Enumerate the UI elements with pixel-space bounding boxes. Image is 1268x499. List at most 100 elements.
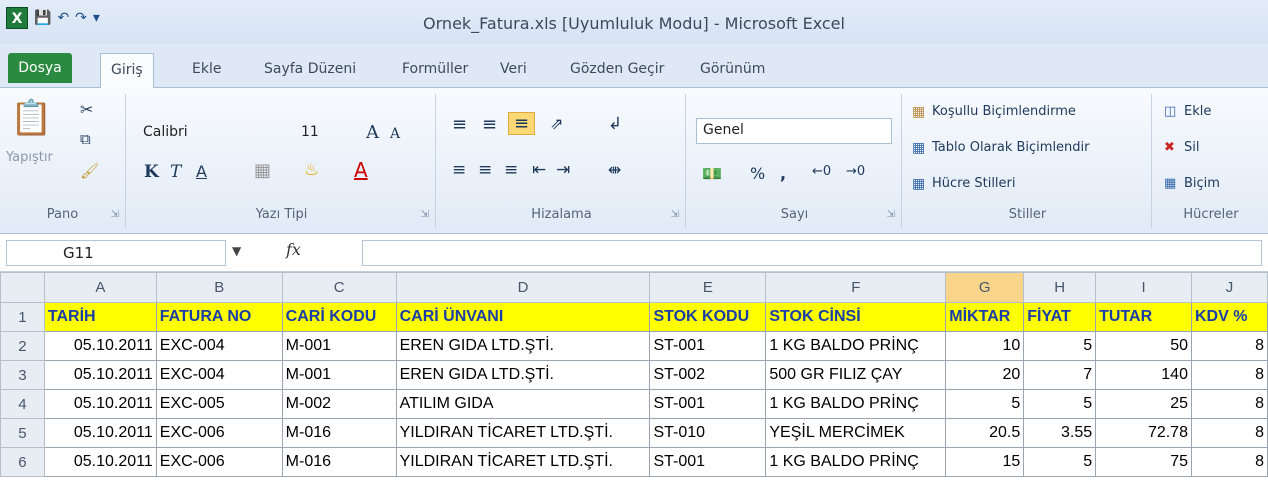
table-header-cell[interactable]: TUTAR: [1095, 302, 1192, 332]
table-header-cell[interactable]: MİKTAR: [945, 302, 1025, 332]
column-header[interactable]: I: [1095, 272, 1192, 303]
row-header[interactable]: 6: [0, 447, 45, 477]
tab-data[interactable]: Veri: [490, 59, 537, 79]
insert-cells-icon[interactable]: ◫: [1164, 104, 1176, 119]
dialog-launcher-icon[interactable]: ⇲: [671, 209, 679, 220]
cell[interactable]: YILDIRAN TİCARET LTD.ŞTİ.: [395, 447, 651, 477]
cell[interactable]: 20: [945, 360, 1025, 390]
name-box[interactable]: G11: [6, 240, 226, 266]
cell[interactable]: 5: [1023, 447, 1097, 477]
dialog-launcher-icon[interactable]: ⇲: [111, 209, 119, 220]
cell[interactable]: ST-001: [649, 389, 767, 419]
cell[interactable]: M-016: [281, 418, 397, 448]
row-header[interactable]: 4: [0, 389, 45, 419]
cell[interactable]: 05.10.2011: [43, 418, 157, 448]
cell[interactable]: EREN GIDA LTD.ŞTİ.: [395, 331, 651, 361]
cell[interactable]: 8: [1190, 418, 1268, 448]
orientation-icon[interactable]: ⇗: [550, 114, 563, 133]
cell[interactable]: EXC-006: [155, 418, 283, 448]
column-header[interactable]: A: [43, 272, 157, 303]
cell[interactable]: YEŞİL MERCİMEK: [765, 418, 947, 448]
cell[interactable]: 1 KG BALDO PRİNÇ: [765, 389, 947, 419]
column-header[interactable]: G: [945, 272, 1025, 303]
fill-color-icon[interactable]: ♨: [304, 160, 319, 180]
align-center-icon[interactable]: ≡: [478, 160, 492, 180]
currency-icon[interactable]: 💵: [702, 164, 722, 183]
cell[interactable]: M-002: [281, 389, 397, 419]
paste-button[interactable]: Yapıştır: [6, 150, 53, 165]
cell[interactable]: 15: [945, 447, 1025, 477]
cell[interactable]: YILDIRAN TİCARET LTD.ŞTİ.: [395, 418, 651, 448]
insert-function-button[interactable]: fx: [286, 240, 301, 259]
cell[interactable]: 7: [1023, 360, 1097, 390]
tab-file[interactable]: Dosya: [8, 53, 72, 83]
format-as-table-icon[interactable]: ▦: [912, 140, 925, 156]
cell[interactable]: EXC-006: [155, 447, 283, 477]
borders-icon[interactable]: ▦: [254, 160, 271, 181]
cell[interactable]: 20.5: [945, 418, 1025, 448]
dialog-launcher-icon[interactable]: ⇲: [421, 209, 429, 220]
name-box-dropdown-icon[interactable]: ▼: [232, 244, 241, 258]
cell[interactable]: 140: [1095, 360, 1192, 390]
cell[interactable]: 8: [1190, 447, 1268, 477]
percent-button[interactable]: %: [750, 164, 765, 183]
table-header-cell[interactable]: FİYAT: [1023, 302, 1097, 332]
cell[interactable]: ST-001: [649, 331, 767, 361]
merge-center-icon[interactable]: ⇼: [608, 160, 621, 179]
cell[interactable]: 05.10.2011: [43, 447, 157, 477]
table-header-cell[interactable]: KDV %: [1190, 302, 1268, 332]
underline-button[interactable]: A: [196, 162, 207, 181]
cell[interactable]: EREN GIDA LTD.ŞTİ.: [395, 360, 651, 390]
tab-home[interactable]: Giriş: [100, 53, 154, 89]
column-header[interactable]: H: [1023, 272, 1097, 303]
cell[interactable]: 05.10.2011: [43, 331, 157, 361]
cell[interactable]: ST-010: [649, 418, 767, 448]
cell[interactable]: 1 KG BALDO PRİNÇ: [765, 447, 947, 477]
paste-icon[interactable]: 📋: [10, 98, 52, 138]
delete-cells-button[interactable]: Sil: [1184, 140, 1199, 155]
cell[interactable]: EXC-005: [155, 389, 283, 419]
cell[interactable]: ATILIM GIDA: [395, 389, 651, 419]
column-header[interactable]: F: [765, 272, 947, 303]
font-name-select[interactable]: Calibri: [136, 120, 286, 146]
row-header[interactable]: 1: [0, 302, 45, 332]
comma-button[interactable]: ,: [780, 164, 786, 183]
cell[interactable]: ST-001: [649, 447, 767, 477]
align-left-icon[interactable]: ≡: [452, 160, 466, 180]
cell[interactable]: 05.10.2011: [43, 360, 157, 390]
row-header[interactable]: 3: [0, 360, 45, 390]
cell[interactable]: ST-002: [649, 360, 767, 390]
format-painter-icon[interactable]: 🖌: [80, 162, 99, 180]
tab-view[interactable]: Görünüm: [690, 59, 775, 79]
column-header[interactable]: E: [649, 272, 767, 303]
delete-cells-icon[interactable]: ✖: [1164, 140, 1175, 155]
tab-insert[interactable]: Ekle: [182, 59, 231, 79]
tab-formulas[interactable]: Formüller: [392, 59, 478, 79]
decrease-indent-icon[interactable]: ⇤: [532, 160, 546, 180]
cell[interactable]: 75: [1095, 447, 1192, 477]
middle-align-icon[interactable]: ≡: [482, 114, 497, 135]
cell[interactable]: 8: [1190, 360, 1268, 390]
cell[interactable]: EXC-004: [155, 331, 283, 361]
cell-styles-icon[interactable]: ▦: [912, 176, 925, 192]
cell[interactable]: 8: [1190, 389, 1268, 419]
tab-review[interactable]: Gözden Geçir: [560, 59, 674, 79]
cell[interactable]: EXC-004: [155, 360, 283, 390]
table-header-cell[interactable]: CARİ KODU: [281, 302, 397, 332]
column-header[interactable]: D: [395, 272, 651, 303]
cell[interactable]: 5: [945, 389, 1025, 419]
cell[interactable]: M-001: [281, 360, 397, 390]
formula-input[interactable]: [362, 240, 1262, 266]
cell[interactable]: 50: [1095, 331, 1192, 361]
row-header[interactable]: 2: [0, 331, 45, 361]
conditional-formatting-icon[interactable]: ▦: [912, 104, 925, 120]
cut-icon[interactable]: ✂: [80, 100, 93, 119]
align-right-icon[interactable]: ≡: [504, 160, 518, 180]
font-size-select[interactable]: 11: [294, 120, 356, 146]
cell[interactable]: 25: [1095, 389, 1192, 419]
column-header[interactable]: J: [1190, 272, 1268, 303]
cell[interactable]: 5: [1023, 389, 1097, 419]
shrink-font-icon[interactable]: A: [390, 126, 400, 142]
column-header[interactable]: B: [155, 272, 283, 303]
cell[interactable]: 72.78: [1095, 418, 1192, 448]
